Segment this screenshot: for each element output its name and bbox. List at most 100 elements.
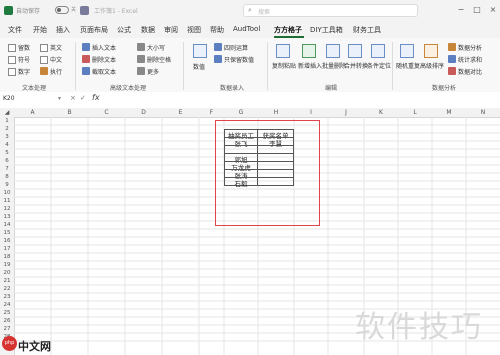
data-analysis-button[interactable]: 数据分析: [458, 43, 482, 52]
search-box[interactable]: ⌕ 搜索: [243, 4, 418, 17]
row-header[interactable]: 20: [0, 270, 14, 276]
name-box[interactable]: K20: [3, 95, 55, 105]
row-header[interactable]: 25: [0, 310, 14, 316]
maximize-icon[interactable]: □: [472, 5, 482, 15]
column-header[interactable]: M: [432, 109, 466, 116]
row-header[interactable]: 11: [0, 198, 14, 204]
tab-finance-tools[interactable]: 财务工具: [353, 25, 381, 35]
row-header[interactable]: 15: [0, 230, 14, 236]
checkbox-english[interactable]: [40, 44, 48, 52]
case-button[interactable]: 大小写: [147, 43, 165, 52]
row-header[interactable]: 23: [0, 294, 14, 300]
row-header[interactable]: 4: [0, 142, 14, 148]
tab-fangfanggezi[interactable]: 方方格子: [274, 25, 302, 35]
more-icon: [137, 67, 145, 75]
merge-convert-button[interactable]: 合并转换: [344, 61, 368, 70]
delete-text-button[interactable]: 删除文本: [92, 55, 116, 64]
row-header[interactable]: 10: [0, 190, 14, 196]
insert-button[interactable]: 新增插入: [298, 61, 322, 70]
select-all-corner[interactable]: ◢: [0, 109, 14, 116]
execute-button[interactable]: 执行: [50, 67, 62, 76]
more-button[interactable]: 更多: [147, 67, 159, 76]
execute-icon[interactable]: [40, 67, 48, 75]
row-header[interactable]: 16: [0, 238, 14, 244]
column-header[interactable]: K: [364, 109, 398, 116]
insert-text-button[interactable]: 插入文本: [92, 43, 116, 52]
tab-page-layout[interactable]: 页面布局: [80, 25, 108, 35]
ribbon-tabs: 文件 开始 插入 页面布局 公式 数据 审阅 视图 帮助 AudTool 方方格…: [0, 22, 500, 38]
row-header[interactable]: 8: [0, 174, 14, 180]
row-header[interactable]: 7: [0, 166, 14, 172]
row-header[interactable]: 6: [0, 158, 14, 164]
row-header[interactable]: 13: [0, 214, 14, 220]
stats-sum-button[interactable]: 统计求和: [458, 55, 482, 64]
check-label: 数字: [18, 69, 31, 76]
row-header[interactable]: 1: [0, 118, 14, 124]
tab-audtool[interactable]: AudTool: [233, 25, 260, 33]
row-header[interactable]: 27: [0, 326, 14, 332]
extract-text-button[interactable]: 截取文本: [92, 67, 116, 76]
column-header[interactable]: N: [466, 109, 500, 116]
tab-diy-toolbox[interactable]: DIY工具箱: [310, 25, 343, 35]
tab-formulas[interactable]: 公式: [117, 25, 131, 35]
namebox-dropdown-icon[interactable]: ▾: [58, 95, 61, 102]
minimize-icon[interactable]: −: [456, 5, 466, 15]
column-header[interactable]: B: [51, 109, 88, 116]
advanced-sort-button[interactable]: 高级排序: [420, 61, 444, 70]
save-icon[interactable]: [80, 6, 89, 15]
number-button[interactable]: 数值: [193, 62, 205, 71]
column-header[interactable]: F: [199, 109, 224, 116]
confirm-icon[interactable]: ✓: [80, 94, 86, 102]
remove-space-button[interactable]: 删除空格: [147, 55, 171, 64]
close-icon[interactable]: ×: [488, 5, 498, 15]
tab-help[interactable]: 帮助: [210, 25, 224, 35]
row-header[interactable]: 9: [0, 182, 14, 188]
column-header[interactable]: L: [398, 109, 432, 116]
row-header[interactable]: 17: [0, 246, 14, 252]
row-header[interactable]: 3: [0, 134, 14, 140]
row-header[interactable]: 2: [0, 126, 14, 132]
column-header[interactable]: H: [258, 109, 294, 116]
keep-values-button[interactable]: 只保留数值: [224, 55, 254, 64]
extract-text-icon: [82, 67, 90, 75]
column-header[interactable]: D: [125, 109, 162, 116]
tab-home[interactable]: 开始: [33, 25, 47, 35]
row-header[interactable]: 24: [0, 302, 14, 308]
column-header[interactable]: J: [328, 109, 364, 116]
cancel-icon[interactable]: ×: [70, 94, 76, 102]
window-title: 工作簿1 - Excel: [94, 8, 138, 15]
tab-review[interactable]: 审阅: [164, 25, 178, 35]
formula-input[interactable]: [104, 94, 494, 106]
conditional-locate-button[interactable]: 条件定位: [367, 61, 391, 70]
column-header[interactable]: A: [14, 109, 51, 116]
tab-data[interactable]: 数据: [141, 25, 155, 35]
checkbox-symbols[interactable]: [8, 56, 16, 64]
column-header[interactable]: G: [224, 109, 258, 116]
column-header[interactable]: I: [294, 109, 328, 116]
row-header[interactable]: 21: [0, 278, 14, 284]
row-header[interactable]: 5: [0, 150, 14, 156]
batch-delete-button[interactable]: 批量删除: [322, 61, 346, 70]
row-header[interactable]: 26: [0, 318, 14, 324]
autosave-toggle[interactable]: [55, 6, 69, 14]
column-header[interactable]: C: [88, 109, 125, 116]
data-compare-button[interactable]: 数据对比: [458, 67, 482, 76]
checkbox-keep-numbers[interactable]: [8, 44, 16, 52]
row-header[interactable]: 12: [0, 206, 14, 212]
function-icon[interactable]: fx: [92, 93, 100, 102]
tab-view[interactable]: 视图: [187, 25, 201, 35]
tab-insert[interactable]: 插入: [56, 25, 70, 35]
row-header[interactable]: 18: [0, 254, 14, 260]
checkbox-digits[interactable]: [8, 68, 16, 76]
arithmetic-button[interactable]: 四则运算: [224, 43, 248, 52]
search-icon: ⌕: [248, 6, 252, 14]
checkbox-chinese[interactable]: [40, 56, 48, 64]
tab-file[interactable]: 文件: [8, 25, 22, 35]
column-header[interactable]: E: [162, 109, 199, 116]
copy-paste-button[interactable]: 复制粘贴: [272, 61, 296, 70]
row-header[interactable]: 14: [0, 222, 14, 228]
row-header[interactable]: 19: [0, 262, 14, 268]
random-repeat-button[interactable]: 随机重复: [396, 61, 420, 70]
group-label-edit: 编辑: [325, 85, 338, 92]
row-header[interactable]: 22: [0, 286, 14, 292]
